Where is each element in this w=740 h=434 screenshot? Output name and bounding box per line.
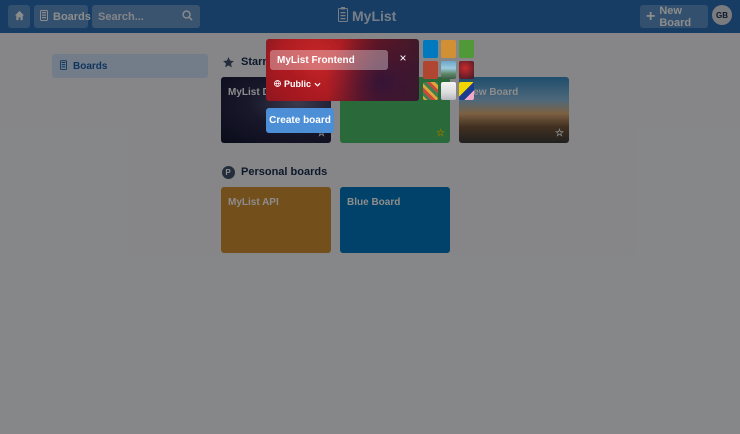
create-board-button[interactable]: Create board — [266, 108, 334, 133]
background-picker — [423, 40, 475, 102]
visibility-dropdown[interactable]: Public — [270, 77, 325, 91]
swatch-photo-pattern[interactable] — [423, 82, 438, 100]
swatch-photo-white[interactable] — [441, 82, 456, 100]
swatch-orange[interactable] — [441, 40, 456, 58]
swatch-photo-landscape[interactable] — [441, 61, 456, 79]
swatch-green[interactable] — [459, 40, 474, 58]
chevron-down-icon — [314, 80, 321, 89]
swatch-red[interactable] — [423, 61, 438, 79]
swatch-photo-red[interactable] — [459, 61, 474, 79]
visibility-label: Public — [284, 79, 312, 89]
swatch-photo-yellow[interactable] — [459, 82, 474, 100]
board-title-input[interactable] — [270, 50, 388, 70]
swatch-blue[interactable] — [423, 40, 438, 58]
board-preview — [266, 39, 419, 101]
globe-icon — [274, 79, 281, 89]
close-icon[interactable]: × — [396, 51, 410, 65]
